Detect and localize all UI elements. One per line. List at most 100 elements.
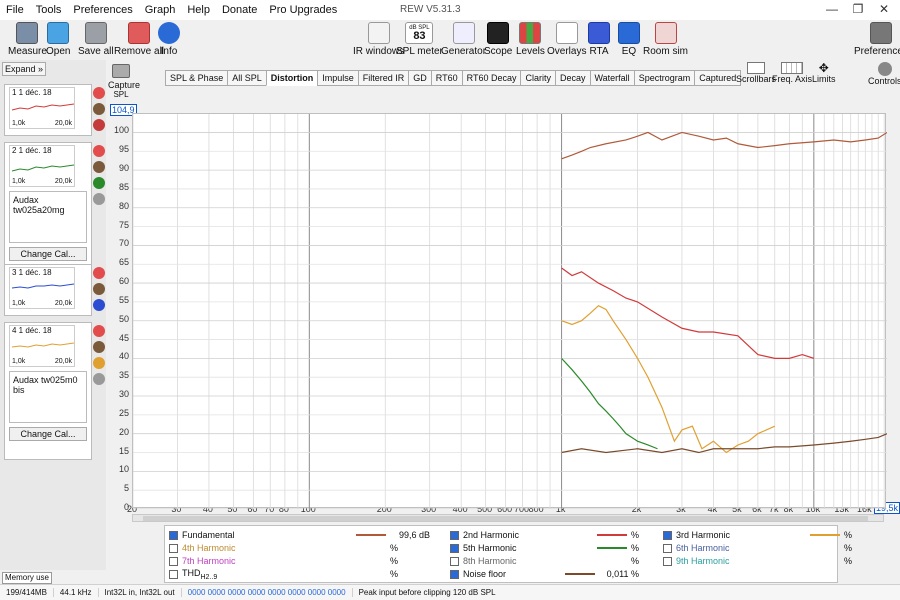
lock-icon[interactable] <box>93 103 105 115</box>
measurement-notes[interactable]: Audax tw025a20mg <box>9 191 87 243</box>
measurement-thumbnail: 2 1 déc. 18 1,0k 20,0k <box>9 145 75 187</box>
room-sim-button[interactable]: Room sim <box>643 22 688 57</box>
measurement-card-1[interactable]: 1 1 déc. 18 1,0k 20,0k <box>4 84 105 136</box>
measurement-notes[interactable]: Audax tw025m0 bis <box>9 371 87 423</box>
pen-icon[interactable] <box>93 177 105 189</box>
close-icon[interactable]: ✕ <box>872 2 896 18</box>
delete-icon[interactable] <box>93 87 105 99</box>
lock-icon[interactable] <box>93 341 105 353</box>
change-cal-button[interactable]: Change Cal... <box>9 247 87 261</box>
scrollbars-button[interactable]: Scrollbars <box>736 62 776 84</box>
legend-checkbox-3rd-harmonic[interactable] <box>663 530 672 540</box>
save-all-button[interactable]: Save all <box>78 22 114 57</box>
tab-filtered-ir[interactable]: Filtered IR <box>357 70 410 86</box>
delete-icon[interactable] <box>93 325 105 337</box>
tab-distortion[interactable]: Distortion <box>265 70 319 86</box>
pen-icon[interactable] <box>93 299 105 311</box>
lock-icon[interactable] <box>93 283 105 295</box>
remove-all-button[interactable]: Remove all <box>114 22 164 57</box>
limits-button[interactable]: ✥ Limits <box>812 62 836 84</box>
legend-checkbox-fundamental[interactable] <box>169 530 178 540</box>
legend-swatch <box>356 547 386 549</box>
horizontal-scroll-thumb[interactable] <box>143 516 868 521</box>
tab-gd[interactable]: GD <box>408 70 432 86</box>
legend-row: THDH2..9 % Noise floor 0,011 % <box>169 568 639 580</box>
page-icon[interactable] <box>93 193 105 205</box>
legend-checkbox-noise-floor[interactable] <box>450 569 459 579</box>
freq-axis-button[interactable]: Freq. Axis <box>772 62 812 84</box>
y-tick-label: 95 <box>118 144 129 155</box>
menu-help[interactable]: Help <box>181 4 216 16</box>
legend-row: Fundamental 99,6 dB 2nd Harmonic % 3rd H… <box>169 529 856 541</box>
legend-swatch <box>597 560 627 562</box>
legend-swatch <box>565 573 595 575</box>
delete-icon[interactable] <box>93 145 105 157</box>
delete-icon[interactable] <box>93 267 105 279</box>
controls-button[interactable]: Controls <box>868 62 900 86</box>
levels-button[interactable]: Levels <box>516 22 545 57</box>
legend-checkbox-thd[interactable] <box>169 569 178 579</box>
scope-button[interactable]: Scope <box>484 22 512 57</box>
legend-label: Noise floor <box>463 569 507 579</box>
tab-clarity[interactable]: Clarity <box>520 70 556 86</box>
legend-label: Fundamental <box>182 530 235 540</box>
legend-swatch <box>810 547 840 549</box>
menu-tools[interactable]: Tools <box>30 4 68 16</box>
legend-checkbox-2nd-harmonic[interactable] <box>450 530 459 540</box>
tab-rt60[interactable]: RT60 <box>430 70 463 86</box>
tab-spl-phase[interactable]: SPL & Phase <box>165 70 229 86</box>
lock-icon[interactable] <box>93 161 105 173</box>
page-icon[interactable] <box>93 373 105 385</box>
change-cal-button[interactable]: Change Cal... <box>9 427 87 441</box>
menu-preferences[interactable]: Preferences <box>67 4 138 16</box>
capture-button[interactable]: Capture SPL <box>108 64 140 99</box>
horizontal-scrollbar[interactable] <box>132 514 884 522</box>
measurement-card-3[interactable]: 3 1 déc. 18 1,0k 20,0k <box>4 264 105 316</box>
series-3rd-harmonic <box>561 304 776 454</box>
expand-button[interactable]: Expand » <box>2 62 46 76</box>
menu-donate[interactable]: Donate <box>216 4 263 16</box>
legend-label: 8th Harmonic <box>463 556 517 566</box>
pen-icon[interactable] <box>93 357 105 369</box>
generator-icon <box>452 22 475 44</box>
eq-button[interactable]: EQ <box>618 22 640 57</box>
tab-rt60-decay[interactable]: RT60 Decay <box>461 70 522 86</box>
tab-decay[interactable]: Decay <box>554 70 591 86</box>
y-tick-label: 100 <box>113 125 129 136</box>
measurement-card-4[interactable]: 4 1 déc. 18 1,0k 20,0k Audax tw025m0 bis… <box>4 322 105 460</box>
overlays-button[interactable]: Overlays <box>547 22 586 57</box>
spl-meter-button[interactable]: dB SPL 83 SPL meter <box>396 22 443 57</box>
legend-checkbox-9th-harmonic[interactable] <box>663 556 672 566</box>
info-button[interactable]: Info <box>158 22 180 57</box>
minimize-icon[interactable]: — <box>820 2 844 18</box>
tab-impulse[interactable]: Impulse <box>317 70 359 86</box>
measurement-card-2[interactable]: 2 1 déc. 18 1,0k 20,0k Audax tw025a20mg … <box>4 142 105 280</box>
tab-spectrogram[interactable]: Spectrogram <box>633 70 696 86</box>
menu-file[interactable]: File <box>0 4 30 16</box>
legend-checkbox-8th-harmonic[interactable] <box>450 556 459 566</box>
series-fundamental <box>561 131 888 160</box>
measure-button[interactable]: Measure <box>8 22 47 57</box>
room-sim-icon <box>654 22 677 44</box>
legend-label: 5th Harmonic <box>463 543 517 553</box>
menu-pro-upgrades[interactable]: Pro Upgrades <box>263 4 343 16</box>
y-tick-label: 90 <box>118 163 129 174</box>
open-button[interactable]: Open <box>46 22 70 57</box>
preferences-button[interactable]: Preferences <box>854 22 900 57</box>
legend-checkbox-6th-harmonic[interactable] <box>663 543 672 553</box>
memory-use-button[interactable]: Memory use <box>2 572 52 584</box>
legend-checkbox-7th-harmonic[interactable] <box>169 556 178 566</box>
camera-icon <box>112 64 130 78</box>
gear-icon <box>877 62 892 76</box>
pen-icon[interactable] <box>93 119 105 131</box>
rta-button[interactable]: RTA <box>588 22 610 57</box>
legend-checkbox-5th-harmonic[interactable] <box>450 543 459 553</box>
legend-checkbox-4th-harmonic[interactable] <box>169 543 178 553</box>
tab-all-spl[interactable]: All SPL <box>227 70 267 86</box>
menu-graph[interactable]: Graph <box>139 4 182 16</box>
tab-waterfall[interactable]: Waterfall <box>589 70 635 86</box>
generator-button[interactable]: Generator <box>441 22 486 57</box>
restore-icon[interactable]: ❐ <box>846 2 870 18</box>
distortion-plot[interactable] <box>132 113 888 510</box>
legend-value: 0,011 % <box>606 569 639 579</box>
